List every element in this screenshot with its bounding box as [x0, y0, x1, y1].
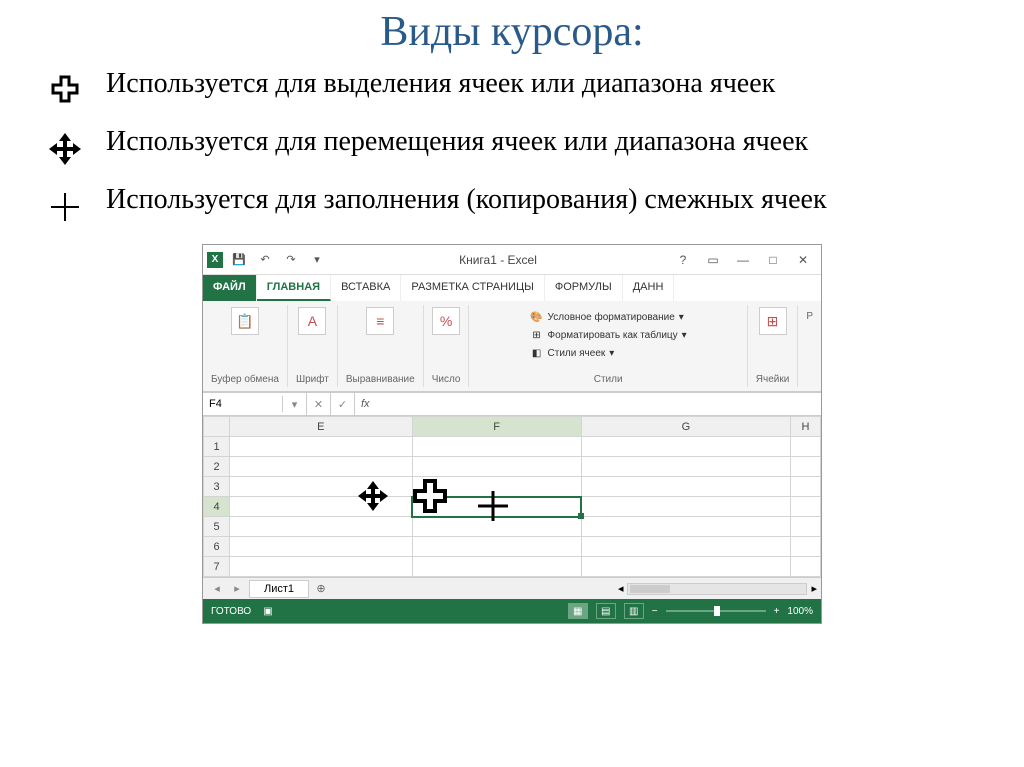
tab-home[interactable]: ГЛАВНАЯ [257, 275, 331, 301]
undo-icon[interactable]: ↶ [255, 250, 275, 270]
cell-styles-icon: ◧ [530, 346, 544, 360]
cancel-icon[interactable]: ✕ [307, 393, 331, 415]
cursor-type-2: Используется для перемещения ячеек или д… [40, 124, 984, 174]
scroll-right-icon[interactable]: ▸ [811, 582, 817, 595]
cells-label: Ячейки [756, 374, 790, 385]
row-header-5[interactable]: 5 [204, 517, 230, 537]
enter-icon[interactable]: ✓ [331, 393, 355, 415]
row-header-2[interactable]: 2 [204, 457, 230, 477]
ribbon-group-clipboard: 📋 Буфер обмена [203, 305, 288, 387]
row-header-7[interactable]: 7 [204, 557, 230, 577]
col-header-f[interactable]: F [412, 417, 581, 437]
view-page-break-icon[interactable]: ▥ [624, 603, 644, 619]
ribbon-group-number: % Число [424, 305, 470, 387]
help-icon[interactable]: ? [669, 250, 697, 270]
minimize-icon[interactable]: — [729, 250, 757, 270]
sheet-tab-1[interactable]: Лист1 [249, 580, 309, 598]
tab-data[interactable]: ДАНН [623, 275, 675, 301]
tab-formulas[interactable]: ФОРМУЛЫ [545, 275, 623, 301]
select-all-corner[interactable] [204, 417, 230, 437]
col-header-g[interactable]: G [581, 417, 790, 437]
tab-insert[interactable]: ВСТАВКА [331, 275, 401, 301]
number-label: Число [432, 374, 461, 385]
row-header-4[interactable]: 4 [204, 497, 230, 517]
ribbon-group-alignment: ≡ Выравнивание [338, 305, 424, 387]
styles-label: Стили [594, 374, 623, 385]
format-as-table-button[interactable]: ⊞Форматировать как таблицу ▾ [530, 327, 687, 343]
active-cell[interactable] [412, 497, 581, 517]
cond-format-icon: 🎨 [530, 310, 544, 324]
cell-styles-button[interactable]: ◧Стили ячеек ▾ [530, 345, 687, 361]
view-normal-icon[interactable]: ▦ [568, 603, 588, 619]
horizontal-scrollbar[interactable] [627, 583, 807, 595]
fx-icon[interactable]: fx [355, 398, 376, 410]
font-icon[interactable]: A [298, 307, 326, 335]
qa-customize-icon[interactable]: ▾ [307, 250, 327, 270]
font-label: Шрифт [296, 374, 329, 385]
macro-record-icon[interactable]: ▣ [263, 606, 272, 617]
ribbon-group-styles: 🎨Условное форматирование ▾ ⊞Форматироват… [469, 305, 747, 387]
number-icon[interactable]: % [432, 307, 460, 335]
zoom-out-icon[interactable]: − [652, 606, 658, 617]
statusbar: ГОТОВО ▣ ▦ ▤ ▥ − + 100% [203, 599, 821, 623]
window-title: Книга1 - Excel [327, 253, 669, 267]
col-header-h[interactable]: H [791, 417, 821, 437]
ribbon-group-font: A Шрифт [288, 305, 338, 387]
tab-page-layout[interactable]: РАЗМЕТКА СТРАНИЦЫ [401, 275, 544, 301]
col-header-e[interactable]: E [230, 417, 413, 437]
view-page-layout-icon[interactable]: ▤ [596, 603, 616, 619]
formula-bar[interactable] [376, 402, 821, 406]
excel-window: X 💾 ↶ ↷ ▾ Книга1 - Excel ? ▭ — □ ✕ ФАЙЛ … [202, 244, 822, 624]
editing-label: Р [806, 311, 813, 322]
ribbon-tabs: ФАЙЛ ГЛАВНАЯ ВСТАВКА РАЗМЕТКА СТРАНИЦЫ Ф… [203, 275, 821, 301]
cursor-type-2-text: Используется для перемещения ячеек или д… [106, 124, 808, 160]
alignment-label: Выравнивание [346, 374, 415, 385]
alignment-icon[interactable]: ≡ [366, 307, 394, 335]
ribbon-group-cells: ⊞ Ячейки [748, 305, 799, 387]
paste-icon[interactable]: 📋 [231, 307, 259, 335]
conditional-formatting-button[interactable]: 🎨Условное форматирование ▾ [530, 309, 687, 325]
sheet-nav-prev-icon[interactable]: ◂ [207, 582, 227, 595]
spreadsheet-grid[interactable]: E F G H 1 2 3 4 5 6 7 [203, 416, 821, 577]
close-icon[interactable]: ✕ [789, 250, 817, 270]
table-icon: ⊞ [530, 328, 544, 342]
tab-file[interactable]: ФАЙЛ [203, 275, 257, 301]
scroll-left-icon[interactable]: ◂ [618, 582, 624, 595]
ribbon: 📋 Буфер обмена A Шрифт ≡ Выравнивание % … [203, 301, 821, 392]
cells-icon[interactable]: ⊞ [759, 307, 787, 335]
zoom-level[interactable]: 100% [787, 606, 813, 617]
ribbon-group-editing: Р [798, 305, 821, 387]
add-sheet-icon[interactable]: ⊕ [311, 582, 331, 595]
cursor-type-3-text: Используется для заполнения (копирования… [106, 182, 827, 218]
row-header-1[interactable]: 1 [204, 437, 230, 457]
excel-logo-icon: X [207, 252, 223, 268]
cursor-type-1-text: Используется для выделения ячеек или диа… [106, 66, 775, 102]
ribbon-display-icon[interactable]: ▭ [699, 250, 727, 270]
clipboard-label: Буфер обмена [211, 374, 279, 385]
cursor-type-1: Используется для выделения ячеек или диа… [40, 66, 984, 116]
name-box-dropdown-icon[interactable]: ▾ [283, 393, 307, 415]
move-cursor-icon [40, 124, 90, 174]
cursor-type-3: Используется для заполнения (копирования… [40, 182, 984, 232]
save-icon[interactable]: 💾 [229, 250, 249, 270]
fill-handle[interactable] [578, 513, 584, 519]
maximize-icon[interactable]: □ [759, 250, 787, 270]
titlebar: X 💾 ↶ ↷ ▾ Книга1 - Excel ? ▭ — □ ✕ [203, 245, 821, 275]
row-header-3[interactable]: 3 [204, 477, 230, 497]
name-box[interactable]: F4 [203, 396, 283, 412]
status-ready: ГОТОВО [211, 606, 251, 617]
zoom-in-icon[interactable]: + [774, 606, 780, 617]
redo-icon[interactable]: ↷ [281, 250, 301, 270]
select-cursor-icon [40, 66, 90, 116]
fill-cursor-icon [40, 182, 90, 232]
formula-bar-row: F4 ▾ ✕ ✓ fx [203, 392, 821, 416]
page-title: Виды курсора: [40, 8, 984, 56]
sheet-tabs-bar: ◂ ▸ Лист1 ⊕ ◂ ▸ [203, 577, 821, 599]
row-header-6[interactable]: 6 [204, 537, 230, 557]
sheet-nav-next-icon[interactable]: ▸ [227, 582, 247, 595]
zoom-slider[interactable] [666, 610, 766, 612]
